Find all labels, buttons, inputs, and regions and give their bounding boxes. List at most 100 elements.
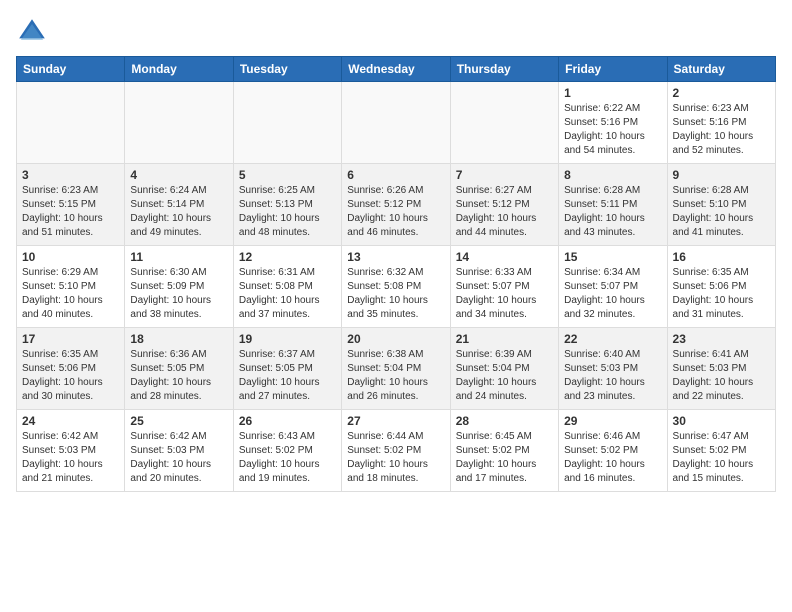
calendar-cell: 29 Sunrise: 6:46 AM Sunset: 5:02 PM Dayli… xyxy=(559,410,667,492)
day-info: Sunrise: 6:44 AM Sunset: 5:02 PM Dayligh… xyxy=(347,430,444,486)
calendar-cell: 18Sunrise: 6:36 AM Sunset: 5:05 PM Dayli… xyxy=(125,328,233,410)
day-number: 9 xyxy=(673,168,770,182)
weekday-header-friday: Friday xyxy=(559,57,667,82)
day-info: Sunrise: 6:40 AM Sunset: 5:03 PM Dayligh… xyxy=(564,348,661,404)
day-info: Sunrise: 6:22 AM Sunset: 5:16 PM Dayligh… xyxy=(564,102,661,158)
weekday-header-row: SundayMondayTuesdayWednesdayThursdayFrid… xyxy=(17,57,776,82)
calendar-cell: 17 Sunrise: 6:35 AM Sunset: 5:06 PM Dayli… xyxy=(17,328,125,410)
day-info: Sunrise: 6:47 AM Sunset: 5:02 PM Dayligh… xyxy=(673,430,770,486)
calendar-cell: 15 Sunrise: 6:34 AM Sunset: 5:07 PM Dayli… xyxy=(559,246,667,328)
day-info: Sunrise: 6:37 AM Sunset: 5:05 PM Dayligh… xyxy=(239,348,336,404)
day-info: Sunrise: 6:41 AM Sunset: 5:03 PM Dayligh… xyxy=(673,348,770,404)
week-row-1: 1 Sunrise: 6:22 AM Sunset: 5:16 PM Daylig… xyxy=(17,82,776,164)
day-info: Sunrise: 6:23 AM Sunset: 5:16 PM Dayligh… xyxy=(673,102,770,158)
day-number: 25 xyxy=(130,414,227,428)
calendar-cell xyxy=(450,82,558,164)
weekday-header-saturday: Saturday xyxy=(667,57,775,82)
day-number: 16 xyxy=(673,250,770,264)
day-info: Sunrise: 6:35 AM Sunset: 5:06 PM Dayligh… xyxy=(673,266,770,322)
calendar-cell: 25 Sunrise: 6:42 AM Sunset: 5:03 PM Dayli… xyxy=(125,410,233,492)
calendar-cell: 28 Sunrise: 6:45 AM Sunset: 5:02 PM Dayli… xyxy=(450,410,558,492)
day-info: Sunrise: 6:39 AM Sunset: 5:04 PM Dayligh… xyxy=(456,348,553,404)
day-number: 15 xyxy=(564,250,661,264)
day-number: 11 xyxy=(130,250,227,264)
week-row-3: 10Sunrise: 6:29 AM Sunset: 5:10 PM Dayli… xyxy=(17,246,776,328)
calendar-cell: 14 Sunrise: 6:33 AM Sunset: 5:07 PM Dayli… xyxy=(450,246,558,328)
weekday-header-wednesday: Wednesday xyxy=(342,57,450,82)
day-info: Sunrise: 6:26 AM Sunset: 5:12 PM Dayligh… xyxy=(347,184,444,240)
day-info: Sunrise: 6:34 AM Sunset: 5:07 PM Dayligh… xyxy=(564,266,661,322)
day-info: Sunrise: 6:31 AM Sunset: 5:08 PM Dayligh… xyxy=(239,266,336,322)
calendar-cell xyxy=(17,82,125,164)
day-info: Sunrise: 6:45 AM Sunset: 5:02 PM Dayligh… xyxy=(456,430,553,486)
calendar-cell: 7 Sunrise: 6:27 AM Sunset: 5:12 PM Daylig… xyxy=(450,164,558,246)
day-info: Sunrise: 6:46 AM Sunset: 5:02 PM Dayligh… xyxy=(564,430,661,486)
day-number: 17 xyxy=(22,332,119,346)
week-row-4: 17 Sunrise: 6:35 AM Sunset: 5:06 PM Dayli… xyxy=(17,328,776,410)
day-info: Sunrise: 6:29 AM Sunset: 5:10 PM Dayligh… xyxy=(22,266,119,322)
calendar-cell: 10Sunrise: 6:29 AM Sunset: 5:10 PM Dayli… xyxy=(17,246,125,328)
day-info: Sunrise: 6:28 AM Sunset: 5:11 PM Dayligh… xyxy=(564,184,661,240)
calendar-cell xyxy=(125,82,233,164)
logo-icon xyxy=(16,16,48,48)
calendar-header: SundayMondayTuesdayWednesdayThursdayFrid… xyxy=(17,57,776,82)
calendar-cell: 9 Sunrise: 6:28 AM Sunset: 5:10 PM Daylig… xyxy=(667,164,775,246)
day-number: 1 xyxy=(564,86,661,100)
calendar-body: 1 Sunrise: 6:22 AM Sunset: 5:16 PM Daylig… xyxy=(17,82,776,492)
day-number: 2 xyxy=(673,86,770,100)
day-number: 3 xyxy=(22,168,119,182)
day-info: Sunrise: 6:30 AM Sunset: 5:09 PM Dayligh… xyxy=(130,266,227,322)
calendar-cell: 23Sunrise: 6:41 AM Sunset: 5:03 PM Dayli… xyxy=(667,328,775,410)
calendar-cell: 16 Sunrise: 6:35 AM Sunset: 5:06 PM Dayli… xyxy=(667,246,775,328)
calendar-cell: 21 Sunrise: 6:39 AM Sunset: 5:04 PM Dayli… xyxy=(450,328,558,410)
day-info: Sunrise: 6:28 AM Sunset: 5:10 PM Dayligh… xyxy=(673,184,770,240)
day-info: Sunrise: 6:42 AM Sunset: 5:03 PM Dayligh… xyxy=(130,430,227,486)
calendar-cell: 8 Sunrise: 6:28 AM Sunset: 5:11 PM Daylig… xyxy=(559,164,667,246)
day-number: 29 xyxy=(564,414,661,428)
calendar-cell: 3 Sunrise: 6:23 AM Sunset: 5:15 PM Daylig… xyxy=(17,164,125,246)
calendar-cell xyxy=(342,82,450,164)
day-info: Sunrise: 6:25 AM Sunset: 5:13 PM Dayligh… xyxy=(239,184,336,240)
calendar-table: SundayMondayTuesdayWednesdayThursdayFrid… xyxy=(16,56,776,492)
calendar-cell: 19 Sunrise: 6:37 AM Sunset: 5:05 PM Dayli… xyxy=(233,328,341,410)
calendar-cell: 1 Sunrise: 6:22 AM Sunset: 5:16 PM Daylig… xyxy=(559,82,667,164)
page-header xyxy=(16,16,776,48)
day-info: Sunrise: 6:35 AM Sunset: 5:06 PM Dayligh… xyxy=(22,348,119,404)
calendar-cell: 30 Sunrise: 6:47 AM Sunset: 5:02 PM Dayli… xyxy=(667,410,775,492)
day-number: 12 xyxy=(239,250,336,264)
weekday-header-tuesday: Tuesday xyxy=(233,57,341,82)
day-number: 7 xyxy=(456,168,553,182)
day-info: Sunrise: 6:43 AM Sunset: 5:02 PM Dayligh… xyxy=(239,430,336,486)
calendar-cell: 5 Sunrise: 6:25 AM Sunset: 5:13 PM Daylig… xyxy=(233,164,341,246)
day-number: 30 xyxy=(673,414,770,428)
day-number: 22 xyxy=(564,332,661,346)
calendar-cell: 13Sunrise: 6:32 AM Sunset: 5:08 PM Dayli… xyxy=(342,246,450,328)
day-number: 21 xyxy=(456,332,553,346)
day-info: Sunrise: 6:42 AM Sunset: 5:03 PM Dayligh… xyxy=(22,430,119,486)
day-number: 8 xyxy=(564,168,661,182)
day-info: Sunrise: 6:33 AM Sunset: 5:07 PM Dayligh… xyxy=(456,266,553,322)
day-number: 14 xyxy=(456,250,553,264)
day-number: 5 xyxy=(239,168,336,182)
day-info: Sunrise: 6:23 AM Sunset: 5:15 PM Dayligh… xyxy=(22,184,119,240)
calendar-cell xyxy=(233,82,341,164)
weekday-header-sunday: Sunday xyxy=(17,57,125,82)
day-number: 27 xyxy=(347,414,444,428)
calendar-cell: 22 Sunrise: 6:40 AM Sunset: 5:03 PM Dayli… xyxy=(559,328,667,410)
calendar-cell: 26 Sunrise: 6:43 AM Sunset: 5:02 PM Dayli… xyxy=(233,410,341,492)
day-number: 19 xyxy=(239,332,336,346)
logo xyxy=(16,16,52,48)
day-info: Sunrise: 6:36 AM Sunset: 5:05 PM Dayligh… xyxy=(130,348,227,404)
calendar-cell: 6Sunrise: 6:26 AM Sunset: 5:12 PM Daylig… xyxy=(342,164,450,246)
day-number: 26 xyxy=(239,414,336,428)
day-info: Sunrise: 6:27 AM Sunset: 5:12 PM Dayligh… xyxy=(456,184,553,240)
week-row-2: 3 Sunrise: 6:23 AM Sunset: 5:15 PM Daylig… xyxy=(17,164,776,246)
day-info: Sunrise: 6:32 AM Sunset: 5:08 PM Dayligh… xyxy=(347,266,444,322)
day-number: 20 xyxy=(347,332,444,346)
day-info: Sunrise: 6:24 AM Sunset: 5:14 PM Dayligh… xyxy=(130,184,227,240)
day-number: 24 xyxy=(22,414,119,428)
day-number: 28 xyxy=(456,414,553,428)
weekday-header-monday: Monday xyxy=(125,57,233,82)
calendar-cell: 12 Sunrise: 6:31 AM Sunset: 5:08 PM Dayli… xyxy=(233,246,341,328)
calendar-cell: 24 Sunrise: 6:42 AM Sunset: 5:03 PM Dayli… xyxy=(17,410,125,492)
